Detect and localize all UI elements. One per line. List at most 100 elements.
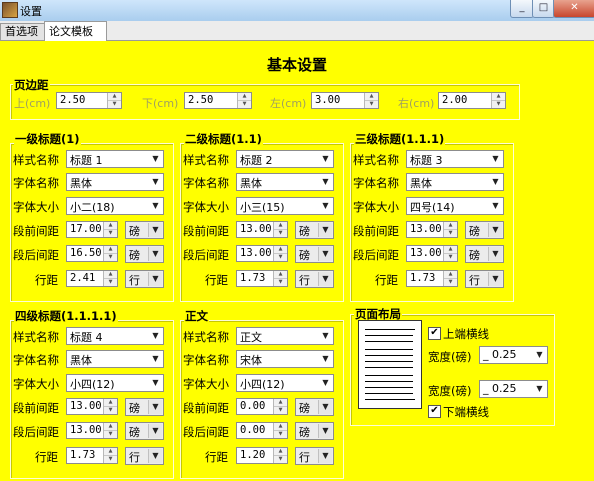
- chevron-down-icon[interactable]: ▼: [149, 376, 162, 390]
- spin-down-icon[interactable]: ▼: [444, 230, 457, 237]
- spin-down-icon[interactable]: ▼: [108, 101, 121, 108]
- spin-up-icon[interactable]: ▲: [104, 271, 117, 279]
- spin-down-icon[interactable]: ▼: [274, 279, 287, 286]
- maximize-button[interactable]: □: [532, 0, 555, 18]
- chevron-down-icon[interactable]: ▼: [319, 376, 332, 390]
- line-unit-dropdown[interactable]: 行 ▼: [295, 270, 334, 288]
- style-dropdown[interactable]: 标题 4 ▼: [66, 327, 164, 345]
- margin-bottom-spinner[interactable]: 2.50 ▲ ▼: [184, 92, 252, 109]
- chevron-down-icon[interactable]: ▼: [148, 400, 162, 414]
- spin-down-icon[interactable]: ▼: [104, 407, 117, 414]
- margin-right-spinner[interactable]: 2.00 ▲ ▼: [438, 92, 506, 109]
- margin-left-spinner[interactable]: 3.00 ▲ ▼: [311, 92, 379, 109]
- spin-up-icon[interactable]: ▲: [104, 222, 117, 230]
- chevron-down-icon[interactable]: ▼: [319, 199, 332, 213]
- spin-up-icon[interactable]: ▲: [274, 399, 287, 407]
- spin-up-icon[interactable]: ▲: [108, 93, 121, 101]
- spin-up-icon[interactable]: ▲: [274, 246, 287, 254]
- line-spinner[interactable]: 2.41 ▲ ▼: [66, 270, 118, 287]
- size-dropdown[interactable]: 四号(14) ▼: [406, 197, 504, 215]
- chevron-down-icon[interactable]: ▼: [319, 329, 332, 343]
- line-spinner[interactable]: 1.73 ▲ ▼: [236, 270, 288, 287]
- before-spinner[interactable]: 13.00 ▲ ▼: [66, 398, 118, 415]
- top-width-dropdown[interactable]: _ 0.25 ▼: [479, 346, 548, 364]
- chevron-down-icon[interactable]: ▼: [318, 400, 332, 414]
- chevron-down-icon[interactable]: ▼: [488, 223, 502, 237]
- bottom-line-checkbox[interactable]: ✔: [428, 405, 441, 418]
- chevron-down-icon[interactable]: ▼: [148, 247, 162, 261]
- line-spinner[interactable]: 1.73 ▲ ▼: [406, 270, 458, 287]
- chevron-down-icon[interactable]: ▼: [533, 382, 546, 396]
- before-spinner[interactable]: 13.00 ▲ ▼: [236, 221, 288, 238]
- chevron-down-icon[interactable]: ▼: [148, 424, 162, 438]
- spin-down-icon[interactable]: ▼: [274, 407, 287, 414]
- spin-up-icon[interactable]: ▲: [492, 93, 505, 101]
- chevron-down-icon[interactable]: ▼: [148, 272, 162, 286]
- line-unit-dropdown[interactable]: 行 ▼: [125, 447, 164, 465]
- spin-down-icon[interactable]: ▼: [365, 101, 378, 108]
- chevron-down-icon[interactable]: ▼: [533, 348, 546, 362]
- tab-thesis-template[interactable]: 论文模板: [44, 21, 107, 41]
- after-unit-dropdown[interactable]: 磅 ▼: [125, 245, 164, 263]
- spin-up-icon[interactable]: ▲: [274, 423, 287, 431]
- spin-up-icon[interactable]: ▲: [238, 93, 251, 101]
- before-unit-dropdown[interactable]: 磅 ▼: [295, 398, 334, 416]
- chevron-down-icon[interactable]: ▼: [318, 247, 332, 261]
- spin-up-icon[interactable]: ▲: [444, 222, 457, 230]
- size-dropdown[interactable]: 小二(18) ▼: [66, 197, 164, 215]
- spin-down-icon[interactable]: ▼: [104, 431, 117, 438]
- spin-down-icon[interactable]: ▼: [104, 279, 117, 286]
- after-unit-dropdown[interactable]: 磅 ▼: [295, 422, 334, 440]
- spin-down-icon[interactable]: ▼: [104, 230, 117, 237]
- chevron-down-icon[interactable]: ▼: [318, 424, 332, 438]
- after-unit-dropdown[interactable]: 磅 ▼: [125, 422, 164, 440]
- chevron-down-icon[interactable]: ▼: [319, 175, 332, 189]
- chevron-down-icon[interactable]: ▼: [149, 329, 162, 343]
- spin-up-icon[interactable]: ▲: [274, 448, 287, 456]
- spin-up-icon[interactable]: ▲: [104, 399, 117, 407]
- chevron-down-icon[interactable]: ▼: [318, 272, 332, 286]
- spin-down-icon[interactable]: ▼: [274, 230, 287, 237]
- chevron-down-icon[interactable]: ▼: [149, 175, 162, 189]
- spin-down-icon[interactable]: ▼: [274, 456, 287, 463]
- font-dropdown[interactable]: 宋体 ▼: [236, 350, 334, 368]
- spin-up-icon[interactable]: ▲: [104, 423, 117, 431]
- size-dropdown[interactable]: 小四(12) ▼: [66, 374, 164, 392]
- chevron-down-icon[interactable]: ▼: [149, 199, 162, 213]
- spin-up-icon[interactable]: ▲: [104, 246, 117, 254]
- spin-down-icon[interactable]: ▼: [492, 101, 505, 108]
- before-unit-dropdown[interactable]: 磅 ▼: [125, 398, 164, 416]
- style-dropdown[interactable]: 标题 1 ▼: [66, 150, 164, 168]
- after-spinner[interactable]: 13.00 ▲ ▼: [236, 245, 288, 262]
- chevron-down-icon[interactable]: ▼: [319, 152, 332, 166]
- chevron-down-icon[interactable]: ▼: [489, 199, 502, 213]
- margin-top-spinner[interactable]: 2.50 ▲ ▼: [56, 92, 122, 109]
- spin-down-icon[interactable]: ▼: [104, 456, 117, 463]
- font-dropdown[interactable]: 黑体 ▼: [236, 173, 334, 191]
- chevron-down-icon[interactable]: ▼: [488, 247, 502, 261]
- size-dropdown[interactable]: 小四(12) ▼: [236, 374, 334, 392]
- tab-preferences[interactable]: 首选项: [0, 23, 48, 40]
- chevron-down-icon[interactable]: ▼: [149, 352, 162, 366]
- close-button[interactable]: ✕: [553, 0, 594, 18]
- before-unit-dropdown[interactable]: 磅 ▼: [125, 221, 164, 239]
- before-spinner[interactable]: 0.00 ▲ ▼: [236, 398, 288, 415]
- spin-up-icon[interactable]: ▲: [274, 271, 287, 279]
- chevron-down-icon[interactable]: ▼: [318, 449, 332, 463]
- line-unit-dropdown[interactable]: 行 ▼: [125, 270, 164, 288]
- font-dropdown[interactable]: 黑体 ▼: [66, 173, 164, 191]
- line-spinner[interactable]: 1.73 ▲ ▼: [66, 447, 118, 464]
- bottom-width-dropdown[interactable]: _ 0.25 ▼: [479, 380, 548, 398]
- before-unit-dropdown[interactable]: 磅 ▼: [465, 221, 504, 239]
- top-line-checkbox[interactable]: ✔: [428, 327, 441, 340]
- font-dropdown[interactable]: 黑体 ▼: [406, 173, 504, 191]
- chevron-down-icon[interactable]: ▼: [489, 152, 502, 166]
- chevron-down-icon[interactable]: ▼: [488, 272, 502, 286]
- after-unit-dropdown[interactable]: 磅 ▼: [295, 245, 334, 263]
- spin-up-icon[interactable]: ▲: [274, 222, 287, 230]
- spin-down-icon[interactable]: ▼: [104, 254, 117, 261]
- style-dropdown[interactable]: 标题 3 ▼: [406, 150, 504, 168]
- after-unit-dropdown[interactable]: 磅 ▼: [465, 245, 504, 263]
- after-spinner[interactable]: 0.00 ▲ ▼: [236, 422, 288, 439]
- spin-down-icon[interactable]: ▼: [274, 431, 287, 438]
